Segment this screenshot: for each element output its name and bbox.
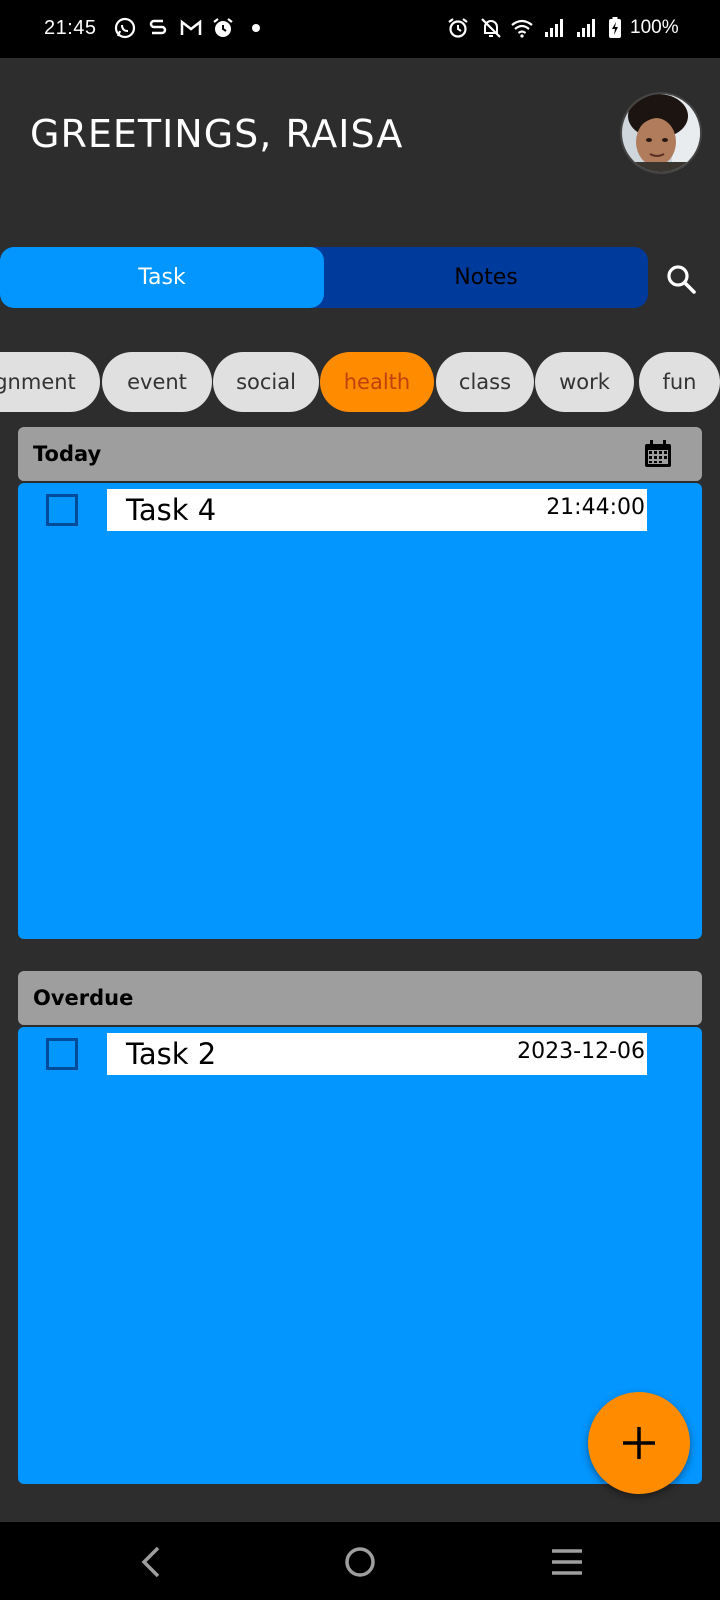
greeting-title: GREETINGS, RAISA xyxy=(30,112,404,156)
today-header: Today xyxy=(18,427,702,481)
bell-off-icon xyxy=(478,15,504,41)
calendar-icon[interactable] xyxy=(643,439,673,469)
s-app-icon xyxy=(145,15,171,41)
gmail-icon xyxy=(178,15,204,41)
task-date: 2023-12-06 xyxy=(517,1039,645,1064)
dot-icon xyxy=(243,15,269,41)
battery-charging-icon xyxy=(602,15,628,41)
alarm-icon xyxy=(210,15,236,41)
chip-assignment[interactable]: gnment xyxy=(0,352,100,412)
signal-icon xyxy=(541,15,567,41)
alarm-icon xyxy=(445,15,471,41)
battery-percent: 100% xyxy=(630,17,679,38)
task-name: Task 2 xyxy=(126,1037,217,1071)
add-task-button[interactable] xyxy=(588,1392,690,1494)
chip-class[interactable]: class xyxy=(436,352,534,412)
task-item[interactable]: Task 4 21:44:00 xyxy=(107,489,647,531)
menu-icon[interactable] xyxy=(547,1542,587,1582)
chip-work[interactable]: work xyxy=(535,352,634,412)
avatar[interactable] xyxy=(620,92,702,174)
task-notes-tabs: Task Notes xyxy=(0,247,648,308)
task-checkbox[interactable] xyxy=(46,1038,78,1070)
home-icon[interactable] xyxy=(340,1542,380,1582)
signal-icon xyxy=(573,15,599,41)
back-icon[interactable] xyxy=(132,1542,172,1582)
section-title-overdue: Overdue xyxy=(33,986,134,1010)
app-screen: 21:45 100% GREETINGS, RAISA Task Notes g… xyxy=(0,0,720,1600)
task-name: Task 4 xyxy=(126,493,217,527)
status-time: 21:45 xyxy=(44,17,97,39)
chip-health[interactable]: health xyxy=(320,352,434,412)
tab-notes[interactable]: Notes xyxy=(324,247,648,308)
task-checkbox[interactable] xyxy=(46,494,78,526)
section-title-today: Today xyxy=(33,442,102,466)
system-nav-bar xyxy=(0,1522,720,1600)
today-task-list: Task 4 21:44:00 xyxy=(18,483,702,939)
chip-social[interactable]: social xyxy=(213,352,319,412)
chip-fun[interactable]: fun xyxy=(639,352,720,412)
avatar-photo xyxy=(622,94,700,172)
plus-icon xyxy=(623,1427,655,1459)
search-icon xyxy=(667,265,696,294)
category-chips: gnment event social health class work fu… xyxy=(0,352,720,414)
wifi-icon xyxy=(509,15,535,41)
chip-event[interactable]: event xyxy=(102,352,212,412)
search-button[interactable] xyxy=(664,262,698,296)
task-time: 21:44:00 xyxy=(546,495,645,520)
whatsapp-icon xyxy=(112,15,138,41)
overdue-header: Overdue xyxy=(18,971,702,1025)
task-item[interactable]: Task 2 2023-12-06 xyxy=(107,1033,647,1075)
tab-task[interactable]: Task xyxy=(0,247,324,308)
status-bar: 21:45 100% xyxy=(0,0,720,58)
